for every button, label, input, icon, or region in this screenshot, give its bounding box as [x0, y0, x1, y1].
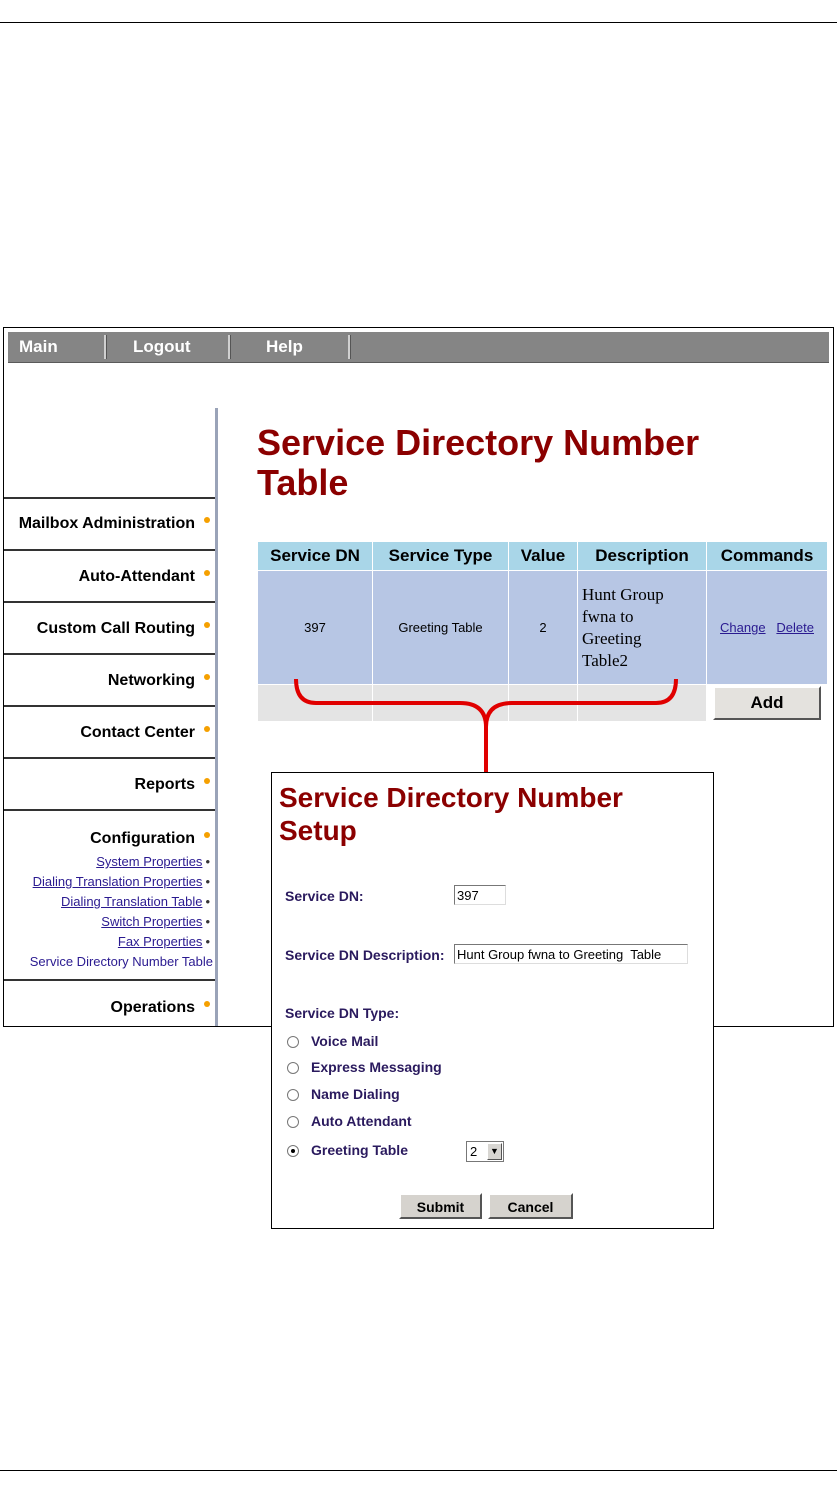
- nav-help[interactable]: Help: [266, 332, 303, 362]
- bullet-icon: [204, 570, 210, 576]
- bullet-icon: [204, 726, 210, 732]
- radio-button-icon[interactable]: [287, 1062, 299, 1074]
- description-input[interactable]: [454, 944, 688, 964]
- sidebar-subitem-system-properties[interactable]: System Properties •: [96, 854, 210, 869]
- radio-button-icon[interactable]: [287, 1036, 299, 1048]
- bullet-icon: [204, 622, 210, 628]
- nav-main[interactable]: Main: [19, 332, 58, 362]
- bullet-icon: [204, 778, 210, 784]
- sidebar-subitem-dialing-translation-properties[interactable]: Dialing Translation Properties •: [33, 874, 210, 889]
- dropdown-arrow-icon[interactable]: ▼: [487, 1143, 502, 1160]
- description-label: Service DN Description:: [285, 947, 445, 963]
- sidebar-item-label: Auto-Attendant: [78, 568, 195, 585]
- sidebar-item-label: Configuration: [90, 830, 195, 847]
- bullet-icon: [204, 517, 210, 523]
- sidebar-subitem-fax-properties[interactable]: Fax Properties •: [118, 934, 210, 949]
- column-header-service-type: Service Type: [372, 541, 509, 571]
- nav-separator: [228, 335, 231, 359]
- sidebar-item-reports[interactable]: Reports: [4, 757, 215, 811]
- sidebar-item-label: Custom Call Routing: [36, 620, 195, 637]
- dialog-title: Service Directory Number Setup: [279, 782, 623, 846]
- curly-brace-connector: [294, 678, 678, 772]
- sidebar-item-label: Mailbox Administration: [18, 515, 195, 532]
- sidebar-item-configuration[interactable]: Configuration System Properties • Dialing…: [4, 809, 215, 981]
- sidebar-item-networking[interactable]: Networking: [4, 653, 215, 707]
- cell-commands: Change Delete: [706, 570, 828, 685]
- radio-button-selected-icon[interactable]: [287, 1145, 299, 1157]
- service-dn-type-label: Service DN Type:: [285, 1005, 400, 1021]
- service-dn-input[interactable]: [454, 885, 506, 905]
- radio-button-icon[interactable]: [287, 1089, 299, 1101]
- cell-service-dn: 397: [257, 570, 373, 685]
- sidebar-subitem-switch-properties[interactable]: Switch Properties •: [101, 914, 210, 929]
- cell-value: 2: [508, 570, 578, 685]
- sidebar-subitem-dialing-translation-table[interactable]: Dialing Translation Table •: [61, 894, 210, 909]
- nav-separator: [348, 335, 351, 359]
- sidebar-item-label: Operations: [110, 999, 195, 1016]
- page-bottom-rule: [0, 1470, 837, 1471]
- table-row: 397 Greeting Table 2 Hunt Group fwna to …: [257, 570, 828, 685]
- submit-button[interactable]: Submit: [399, 1193, 482, 1219]
- cell-service-type: Greeting Table: [372, 570, 509, 685]
- greeting-table-select[interactable]: 2 ▼: [466, 1141, 504, 1162]
- service-dn-setup-dialog: Service Directory Number Setup Service D…: [271, 772, 714, 1229]
- nav-separator: [104, 335, 107, 359]
- column-header-value: Value: [508, 541, 578, 571]
- sidebar-item-contact-center[interactable]: Contact Center: [4, 705, 215, 759]
- sidebar-item-label: Contact Center: [80, 724, 195, 741]
- nav-logout[interactable]: Logout: [133, 332, 191, 362]
- radio-button-icon[interactable]: [287, 1116, 299, 1128]
- column-header-commands: Commands: [706, 541, 828, 571]
- change-link[interactable]: Change: [720, 620, 766, 635]
- sidebar-item-mailbox-administration[interactable]: Mailbox Administration: [4, 497, 215, 551]
- add-button[interactable]: Add: [713, 686, 821, 720]
- sidebar-item-custom-call-routing[interactable]: Custom Call Routing: [4, 601, 215, 655]
- sidebar-item-label: Networking: [107, 672, 195, 689]
- bullet-icon: [204, 1001, 210, 1007]
- page-top-rule: [0, 22, 837, 23]
- delete-link[interactable]: Delete: [776, 620, 814, 635]
- cell-description: Hunt Group fwna to Greeting Table2: [577, 570, 707, 685]
- cancel-button[interactable]: Cancel: [488, 1193, 573, 1219]
- sidebar-subitem-service-directory-number-table[interactable]: Service Directory Number Table: [30, 954, 213, 969]
- sidebar: Mailbox Administration Auto-Attendant Cu…: [4, 408, 218, 1026]
- bullet-icon: [204, 832, 210, 838]
- column-header-service-dn: Service DN: [257, 541, 373, 571]
- sidebar-item-label: Reports: [134, 776, 195, 793]
- service-dn-label: Service DN:: [285, 888, 364, 904]
- sidebar-item-operations[interactable]: Operations: [4, 979, 215, 1026]
- sidebar-item-auto-attendant[interactable]: Auto-Attendant: [4, 549, 215, 603]
- column-header-description: Description: [577, 541, 707, 571]
- page-title: Service Directory Number Table: [257, 422, 700, 503]
- bullet-icon: [204, 674, 210, 680]
- top-navbar: Main Logout Help: [8, 332, 829, 363]
